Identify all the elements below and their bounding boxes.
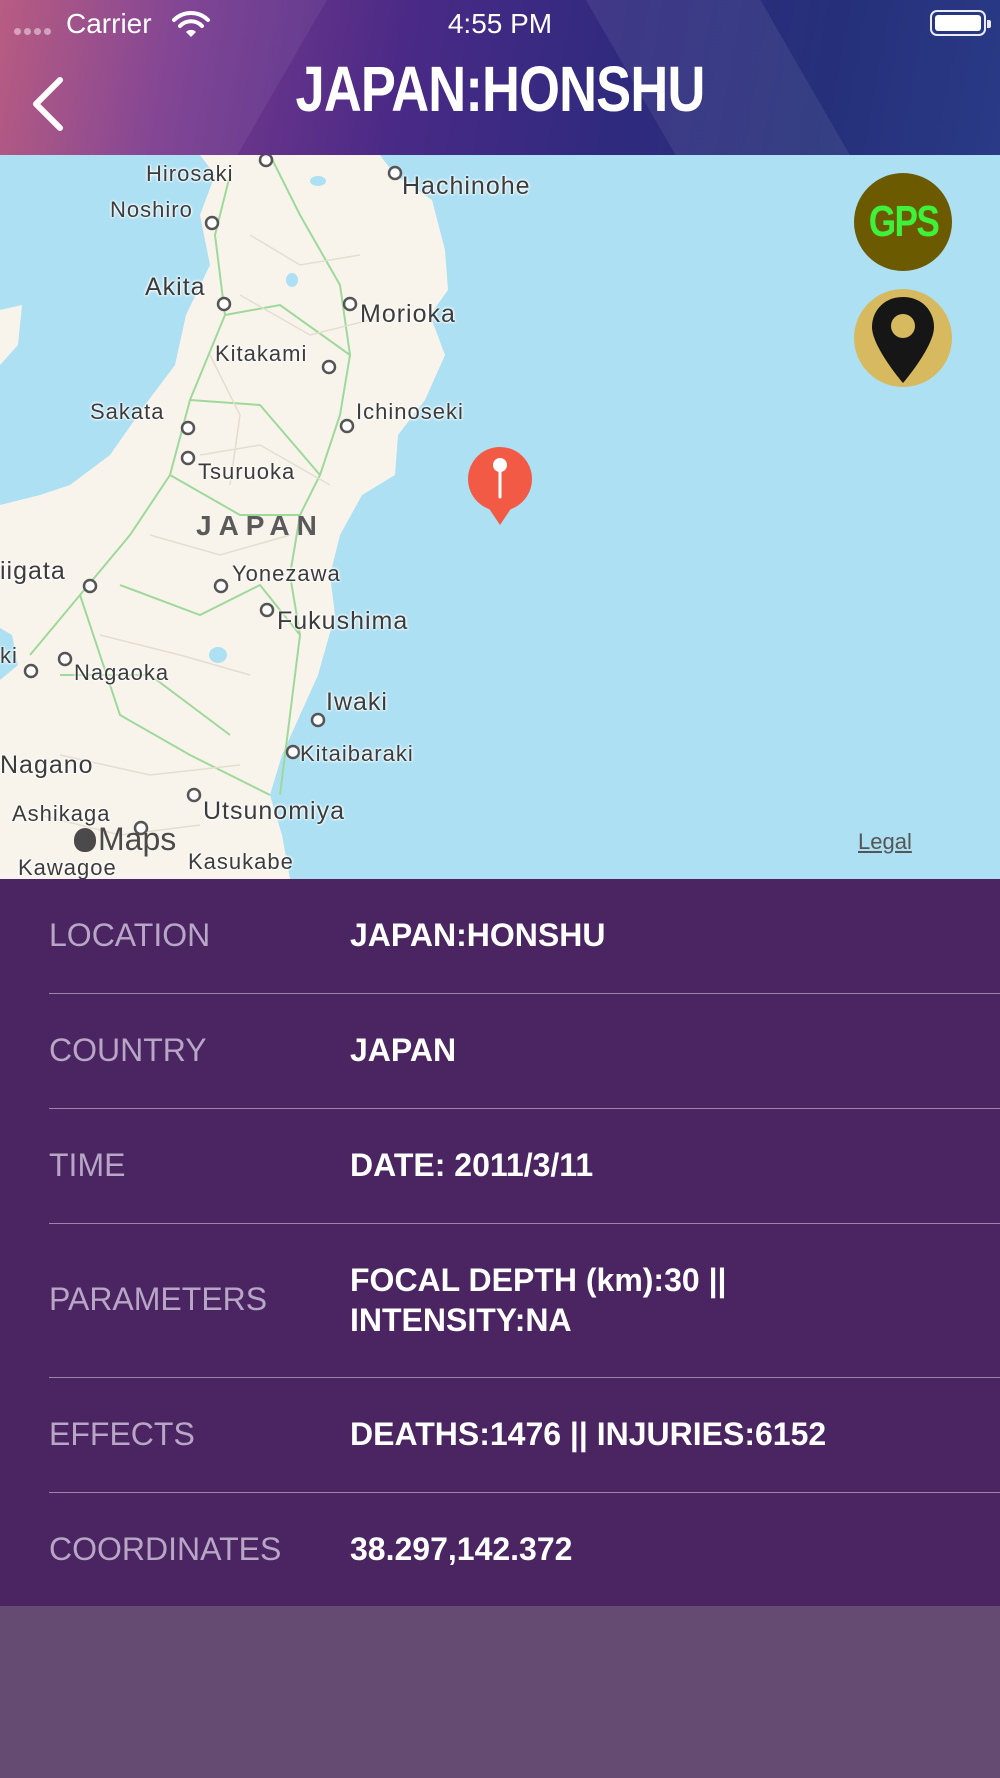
status-bar: Carrier 4:55 PM xyxy=(0,0,1000,46)
detail-label: LOCATION xyxy=(49,917,211,953)
back-button[interactable] xyxy=(24,66,74,136)
detail-value: DATE: 2011/3/11 xyxy=(350,1147,594,1183)
detail-value: JAPAN xyxy=(350,1032,457,1068)
status-time: 4:55 PM xyxy=(447,8,553,39)
detail-value: FOCAL DEPTH (km):30 || xyxy=(350,1262,727,1298)
gps-button[interactable]: GPS xyxy=(854,173,952,271)
map-marker-icon[interactable] xyxy=(466,445,534,527)
place-label: Utsunomiya xyxy=(203,797,345,825)
place-label: Nagaoka xyxy=(74,660,170,685)
gps-label: GPS xyxy=(868,197,939,246)
place-label: Iwaki xyxy=(326,688,388,716)
detail-value: DEATHS:1476 || INJURIES:6152 xyxy=(350,1416,827,1452)
detail-row-country: COUNTRY JAPAN xyxy=(0,994,1000,1108)
place-label: Tsuruoka xyxy=(198,459,296,484)
earthquake-details: LOCATION JAPAN:HONSHU COUNTRY JAPAN TIME… xyxy=(0,879,1000,1606)
place-label: Hachinohe xyxy=(402,172,531,200)
detail-row-coordinates: COORDINATES 38.297,142.372 xyxy=(0,1493,1000,1606)
apple-logo-icon xyxy=(74,828,96,852)
detail-label: COORDINATES xyxy=(49,1531,282,1567)
place-label: ki xyxy=(0,643,18,668)
detail-row-parameters: PARAMETERS FOCAL DEPTH (km):30 || INTENS… xyxy=(0,1224,1000,1377)
map-view[interactable]: Hirosaki Hachinohe Noshiro Akita Morioka… xyxy=(0,155,1000,879)
country-map-label: JAPAN xyxy=(196,510,324,541)
legal-link[interactable]: Legal xyxy=(858,829,912,855)
detail-row-location: LOCATION JAPAN:HONSHU xyxy=(0,879,1000,993)
detail-value: INTENSITY:NA xyxy=(350,1302,572,1338)
place-label: Kasukabe xyxy=(188,849,294,874)
place-label: Sakata xyxy=(90,399,165,424)
maps-logo: Maps xyxy=(74,821,176,858)
chevron-left-icon xyxy=(33,77,63,131)
navigation-header: Carrier 4:55 PM JAPAN:HONSHU xyxy=(0,0,1000,155)
place-label: iigata xyxy=(0,557,66,585)
battery-icon xyxy=(930,10,991,36)
place-label: Fukushima xyxy=(277,607,409,635)
place-label: Nagano xyxy=(0,751,94,779)
place-label: Noshiro xyxy=(110,197,193,222)
detail-value: 38.297,142.372 xyxy=(350,1531,573,1567)
detail-row-time: TIME DATE: 2011/3/11 xyxy=(0,1109,1000,1223)
detail-label: TIME xyxy=(49,1147,126,1183)
place-label: Kitaibaraki xyxy=(300,741,414,766)
detail-label: PARAMETERS xyxy=(49,1281,268,1317)
location-pin-icon xyxy=(872,297,934,383)
place-label: Hirosaki xyxy=(146,161,234,186)
detail-label: COUNTRY xyxy=(49,1032,207,1068)
place-label: Kitakami xyxy=(215,341,308,366)
page-title: JAPAN:HONSHU xyxy=(295,53,705,125)
location-button[interactable] xyxy=(854,289,952,387)
place-label: Kawagoe xyxy=(18,855,117,879)
detail-row-effects: EFFECTS DEATHS:1476 || INJURIES:6152 xyxy=(0,1378,1000,1492)
place-label: Ichinoseki xyxy=(356,399,464,424)
detail-value: JAPAN:HONSHU xyxy=(350,917,606,953)
place-label: Yonezawa xyxy=(232,561,341,586)
place-label: Akita xyxy=(145,273,206,301)
detail-label: EFFECTS xyxy=(49,1416,195,1452)
place-label: Morioka xyxy=(360,300,456,328)
